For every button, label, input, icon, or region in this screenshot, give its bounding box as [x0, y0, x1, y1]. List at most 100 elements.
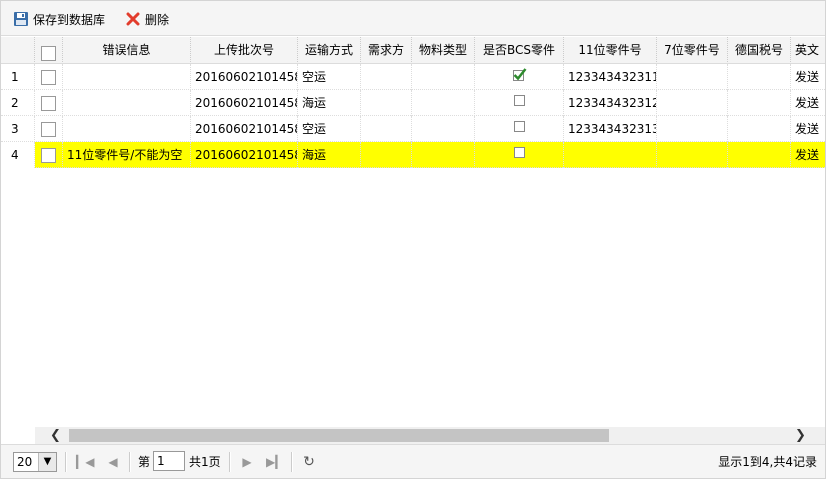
col-header-is-bcs[interactable]: 是否BCS零件 [475, 37, 564, 63]
table-row-error[interactable]: 4 11位零件号/不能为空 20160602101458 海运 发送 [1, 142, 825, 168]
cell-part11: 123343432312 [564, 90, 657, 116]
first-page-icon[interactable]: ▎◀ [76, 454, 94, 470]
delete-x-icon [126, 12, 140, 26]
datagrid-panel: 保存到数据库 删除 错误信息 上传批次号 运输方式 需求方 物料类型 是否BCS… [0, 0, 826, 479]
cell-material-type [412, 90, 475, 116]
toolbar: 保存到数据库 删除 [1, 1, 825, 36]
cell-de-tax [728, 142, 791, 168]
row-checkbox-cell[interactable] [35, 142, 63, 168]
cell-english: 发送 [791, 90, 825, 116]
divider [291, 452, 293, 472]
col-header-batch[interactable]: 上传批次号 [191, 37, 298, 63]
col-header-demander[interactable]: 需求方 [361, 37, 412, 63]
row-checkbox[interactable] [41, 122, 56, 137]
cell-material-type [412, 142, 475, 168]
cell-batch: 20160602101458 [191, 90, 298, 116]
cell-is-bcs[interactable] [475, 142, 564, 168]
refresh-icon[interactable]: ↻ [301, 454, 317, 470]
cell-transport: 海运 [298, 142, 361, 168]
cell-english: 发送 [791, 64, 825, 90]
row-checkbox[interactable] [41, 70, 56, 85]
cell-part11: 123343432311 [564, 64, 657, 90]
row-number: 2 [1, 90, 35, 116]
grid-body: 1 20160602101458 空运 123343432311 发送 2 20… [1, 64, 825, 426]
col-header-transport[interactable]: 运输方式 [298, 37, 361, 63]
cell-de-tax [728, 64, 791, 90]
bcs-unchecked-checkbox[interactable] [513, 95, 525, 106]
divider [129, 452, 131, 472]
cell-transport: 海运 [298, 90, 361, 116]
cell-material-type [412, 64, 475, 90]
cell-is-bcs[interactable] [475, 116, 564, 142]
page-number-input[interactable]: 1 [153, 451, 185, 471]
cell-batch: 20160602101458 [191, 64, 298, 90]
scrollbar-thumb[interactable] [69, 429, 609, 442]
cell-part7 [657, 90, 728, 116]
cell-de-tax [728, 90, 791, 116]
cell-is-bcs[interactable] [475, 64, 564, 90]
bcs-unchecked-checkbox[interactable] [513, 121, 525, 132]
cell-demander [361, 64, 412, 90]
select-all-checkbox[interactable] [41, 45, 56, 61]
cell-material-type [412, 116, 475, 142]
row-checkbox[interactable] [41, 96, 56, 111]
cell-error [63, 64, 191, 90]
row-number: 1 [1, 64, 35, 90]
col-header-error[interactable]: 错误信息 [63, 37, 191, 63]
bcs-unchecked-checkbox[interactable] [513, 147, 525, 158]
cell-part7 [657, 116, 728, 142]
chevron-down-icon[interactable]: ▼ [38, 453, 56, 471]
cell-transport: 空运 [298, 64, 361, 90]
row-checkbox-cell[interactable] [35, 116, 63, 142]
col-header-part11[interactable]: 11位零件号 [564, 37, 657, 63]
table-row[interactable]: 2 20160602101458 海运 123343432312 发送 [1, 90, 825, 116]
divider [65, 452, 67, 472]
cell-demander [361, 116, 412, 142]
page-size-value: 20 [17, 455, 33, 469]
save-to-database-button[interactable]: 保存到数据库 [13, 9, 105, 29]
cell-english: 发送 [791, 142, 825, 168]
pagination-info: 显示1到4,共4记录 [718, 455, 817, 469]
delete-button[interactable]: 删除 [125, 9, 169, 29]
horizontal-scrollbar[interactable]: ❮ ❯ [35, 427, 825, 444]
col-header-english[interactable]: 英文 [791, 37, 825, 63]
row-number: 3 [1, 116, 35, 142]
col-header-material-type[interactable]: 物料类型 [412, 37, 475, 63]
page-size-select[interactable]: 20 ▼ [13, 452, 57, 472]
cell-part11: 123343432313 [564, 116, 657, 142]
select-all-header[interactable] [35, 37, 63, 63]
cell-part7 [657, 64, 728, 90]
row-checkbox-cell[interactable] [35, 64, 63, 90]
row-checkbox[interactable] [41, 148, 56, 163]
cell-is-bcs[interactable] [475, 90, 564, 116]
cell-part11 [564, 142, 657, 168]
cell-error [63, 116, 191, 142]
col-header-part7[interactable]: 7位零件号 [657, 37, 728, 63]
row-number: 4 [1, 142, 35, 168]
table-row[interactable]: 3 20160602101458 空运 123343432313 发送 [1, 116, 825, 142]
save-button-label: 保存到数据库 [33, 12, 106, 27]
cell-error [63, 90, 191, 116]
prev-page-icon[interactable]: ◀ [105, 454, 121, 470]
cell-demander [361, 142, 412, 168]
rownum-header [1, 37, 35, 63]
cell-batch: 20160602101458 [191, 116, 298, 142]
next-page-icon[interactable]: ▶ [239, 454, 255, 470]
page-label-prefix: 第 [138, 455, 151, 469]
bcs-checked-checkbox[interactable] [512, 67, 527, 82]
col-header-de-tax[interactable]: 德国税号 [728, 37, 791, 63]
row-checkbox-cell[interactable] [35, 90, 63, 116]
cell-english: 发送 [791, 116, 825, 142]
divider [229, 452, 231, 472]
cell-error: 11位零件号/不能为空 [63, 142, 191, 168]
scroll-right-arrow-icon[interactable]: ❯ [792, 427, 809, 444]
cell-transport: 空运 [298, 116, 361, 142]
last-page-icon[interactable]: ▶▎ [266, 454, 284, 470]
pagination-bar: 20 ▼ ▎◀ ◀ 第 1 共1页 ▶ ▶▎ ↻ 显示1到4,共4记录 [1, 444, 825, 478]
delete-button-label: 删除 [145, 12, 170, 27]
scroll-left-arrow-icon[interactable]: ❮ [47, 427, 64, 444]
cell-demander [361, 90, 412, 116]
cell-part7 [657, 142, 728, 168]
cell-de-tax [728, 116, 791, 142]
table-row[interactable]: 1 20160602101458 空运 123343432311 发送 [1, 64, 825, 90]
